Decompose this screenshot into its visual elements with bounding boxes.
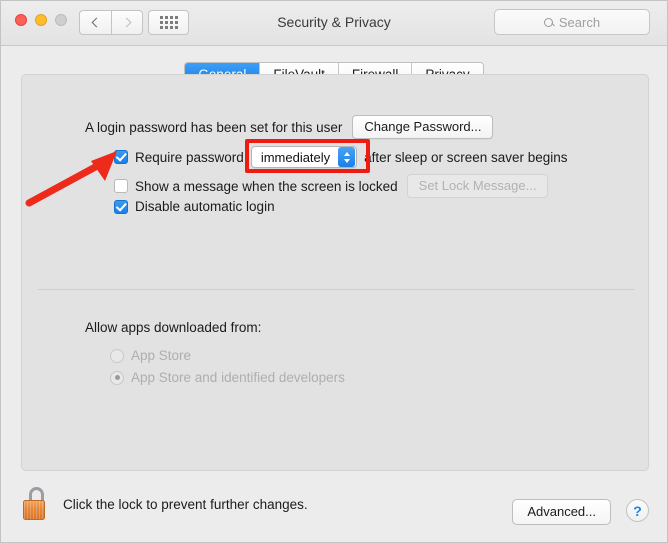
require-password-row: Require password immediately after sleep… bbox=[114, 139, 568, 173]
app-store-label: App Store bbox=[131, 348, 192, 363]
require-password-delay-value: immediately bbox=[260, 149, 331, 165]
require-password-suffix-label: after sleep or screen saver begins bbox=[364, 149, 568, 165]
change-password-button[interactable]: Change Password... bbox=[352, 115, 494, 139]
identified-developers-label: App Store and identified developers bbox=[131, 370, 345, 385]
disable-automatic-login-label: Disable automatic login bbox=[135, 199, 275, 214]
show-lock-message-label: Show a message when the screen is locked bbox=[135, 178, 398, 194]
set-lock-message-button[interactable]: Set Lock Message... bbox=[406, 174, 549, 198]
disable-automatic-login-row: Disable automatic login bbox=[114, 199, 275, 214]
window-titlebar: Security & Privacy Search bbox=[1, 1, 667, 46]
section-divider bbox=[38, 289, 635, 290]
require-password-label: Require password bbox=[135, 149, 244, 165]
radio-row-app-store: App Store bbox=[110, 348, 191, 363]
login-password-row: A login password has been set for this u… bbox=[85, 115, 494, 139]
show-lock-message-row: Show a message when the screen is locked… bbox=[114, 174, 549, 198]
lock-area: Click the lock to prevent further change… bbox=[23, 487, 308, 521]
radio-row-identified-developers: App Store and identified developers bbox=[110, 370, 345, 385]
unlocked-padlock-icon[interactable] bbox=[23, 487, 49, 521]
search-field[interactable]: Search bbox=[494, 9, 650, 35]
require-password-delay-wrapper: immediately bbox=[244, 139, 370, 173]
security-privacy-window: Security & Privacy Search General FileVa… bbox=[0, 0, 668, 543]
require-password-delay-dropdown[interactable]: immediately bbox=[250, 146, 358, 168]
app-store-radio[interactable] bbox=[110, 348, 124, 363]
help-button[interactable]: ? bbox=[626, 499, 649, 522]
search-placeholder: Search bbox=[558, 14, 601, 30]
require-password-checkbox[interactable] bbox=[114, 150, 128, 164]
search-icon bbox=[543, 17, 553, 27]
identified-developers-radio[interactable] bbox=[110, 370, 124, 385]
login-password-label: A login password has been set for this u… bbox=[85, 119, 343, 135]
advanced-button[interactable]: Advanced... bbox=[512, 499, 611, 525]
allow-apps-title: Allow apps downloaded from: bbox=[85, 320, 262, 335]
general-settings-panel: A login password has been set for this u… bbox=[21, 74, 649, 471]
chevron-updown-icon bbox=[338, 147, 356, 167]
show-lock-message-checkbox[interactable] bbox=[114, 179, 128, 193]
disable-automatic-login-checkbox[interactable] bbox=[114, 199, 128, 214]
lock-instruction-text: Click the lock to prevent further change… bbox=[63, 496, 308, 512]
